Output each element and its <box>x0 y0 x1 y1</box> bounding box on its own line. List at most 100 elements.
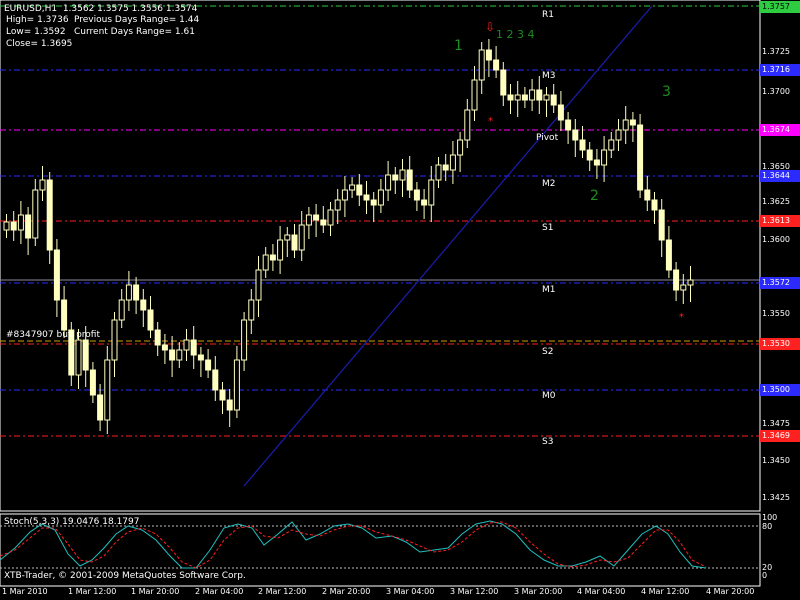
candle-body <box>39 179 46 191</box>
info-high: High= 1.3736 <box>6 15 69 25</box>
level-label-pivot: Pivot <box>536 133 559 143</box>
price-tag-m3: 1.3716 <box>760 64 800 76</box>
candle-body <box>385 174 392 191</box>
level-label-s2: S2 <box>542 347 554 357</box>
candle-body <box>392 174 399 181</box>
y-axis-label: 1.3425 <box>762 493 790 502</box>
candle-body <box>104 359 111 421</box>
candle-body <box>428 179 435 206</box>
x-axis-label: 1 Mar 2010 <box>2 587 48 596</box>
info-previous-range: Previous Days Range= 1.44 <box>74 15 200 25</box>
candle-body <box>219 389 226 401</box>
candle-body <box>406 169 413 191</box>
y-axis-label: 1.3600 <box>762 235 790 244</box>
candle-body <box>586 149 593 161</box>
candle-body <box>212 369 219 391</box>
info-close: Close= 1.3695 <box>6 39 73 49</box>
candle-body <box>680 284 687 291</box>
y-axis-label: 1.3450 <box>762 456 790 465</box>
candle-body <box>514 94 521 101</box>
high-marker-icon: * <box>488 116 493 127</box>
y-axis-label: 1.3725 <box>762 47 790 56</box>
candle-body <box>298 224 305 251</box>
candle-body <box>341 189 348 201</box>
x-axis-label: 3 Mar 12:00 <box>450 587 499 596</box>
candle-body <box>521 94 528 101</box>
candle-body <box>421 199 428 206</box>
level-label-m0: M0 <box>542 391 556 401</box>
candle-body <box>190 339 197 356</box>
candle-body <box>82 339 89 371</box>
price-tag-m0: 1.3500 <box>760 384 800 396</box>
wave-sub-labels: 1 2 3 4 <box>496 28 535 41</box>
candle-body <box>665 239 672 271</box>
level-label-m2: M2 <box>542 179 556 189</box>
order-label[interactable]: #8347907 buy profit <box>6 330 100 341</box>
wave-label-2: 2 <box>590 188 599 204</box>
down-arrow-icon: ⇩ <box>485 20 495 34</box>
candle-body <box>471 79 478 111</box>
y-axis-label: 1.3625 <box>762 197 790 206</box>
candle-body <box>334 199 341 211</box>
candle-body <box>226 399 233 411</box>
x-axis-label: 1 Mar 20:00 <box>131 587 180 596</box>
candle-body <box>205 359 212 371</box>
stoch-axis-label: 0 <box>762 571 768 580</box>
stochastic-label: Stoch(5,3,3) 19.0476 18.1797 <box>4 517 140 527</box>
candle-body <box>622 119 629 131</box>
candle-body <box>363 194 370 201</box>
candle-body <box>413 189 420 201</box>
candle-body <box>32 189 39 239</box>
chart-canvas[interactable]: ⇩ * * <box>0 0 800 600</box>
candle-body <box>46 179 53 251</box>
candle-body <box>550 94 557 106</box>
candle-body <box>536 89 543 101</box>
candle-body <box>565 119 572 131</box>
x-axis-label: 3 Mar 04:00 <box>386 587 435 596</box>
low-marker-icon: * <box>679 312 684 323</box>
candle-body <box>442 164 449 171</box>
candle-body <box>10 221 17 231</box>
candle-body <box>125 284 132 301</box>
y-axis-label: 1.3550 <box>762 309 790 318</box>
candle-body <box>601 149 608 166</box>
candle-body <box>449 154 456 171</box>
candle-body <box>284 234 291 241</box>
candle-body <box>320 219 327 226</box>
candle-body <box>579 139 586 151</box>
x-axis-label: 2 Mar 20:00 <box>322 587 371 596</box>
price-tag-s1: 1.3613 <box>760 215 800 227</box>
x-axis-label: 1 Mar 12:00 <box>68 587 117 596</box>
info-current-range: Current Days Range= 1.61 <box>74 27 195 37</box>
stoch-axis-label: 100 <box>762 513 778 522</box>
candle-body <box>658 209 665 241</box>
candle-body <box>572 129 579 141</box>
candle-body <box>327 209 334 226</box>
candle-body <box>269 254 276 261</box>
candle-body <box>637 124 644 191</box>
candle-body <box>478 49 485 81</box>
candle-body <box>17 214 24 231</box>
candle-body <box>507 94 514 101</box>
candle-body <box>457 139 464 156</box>
candle-body <box>176 349 183 361</box>
x-axis-label: 2 Mar 04:00 <box>195 587 244 596</box>
candle-body <box>183 339 190 351</box>
candle-body <box>485 49 492 61</box>
x-axis-label: 3 Mar 20:00 <box>514 587 563 596</box>
price-tag-s2: 1.3530 <box>760 338 800 350</box>
level-label-s3: S3 <box>542 437 554 447</box>
candle-body <box>435 164 442 181</box>
candle-body <box>161 344 168 351</box>
candle-body <box>147 309 154 331</box>
main-chart-pane[interactable] <box>0 0 761 512</box>
candle-body <box>629 119 636 126</box>
candle-body <box>673 269 680 291</box>
price-tag-m2: 1.3644 <box>760 170 800 182</box>
wave-label-3: 3 <box>662 84 671 100</box>
candle-body <box>169 349 176 361</box>
info-low: Low= 1.3592 <box>6 27 66 37</box>
wave-label-1: 1 <box>454 38 463 54</box>
candle-body <box>154 329 161 346</box>
level-label-m1: M1 <box>542 285 556 295</box>
